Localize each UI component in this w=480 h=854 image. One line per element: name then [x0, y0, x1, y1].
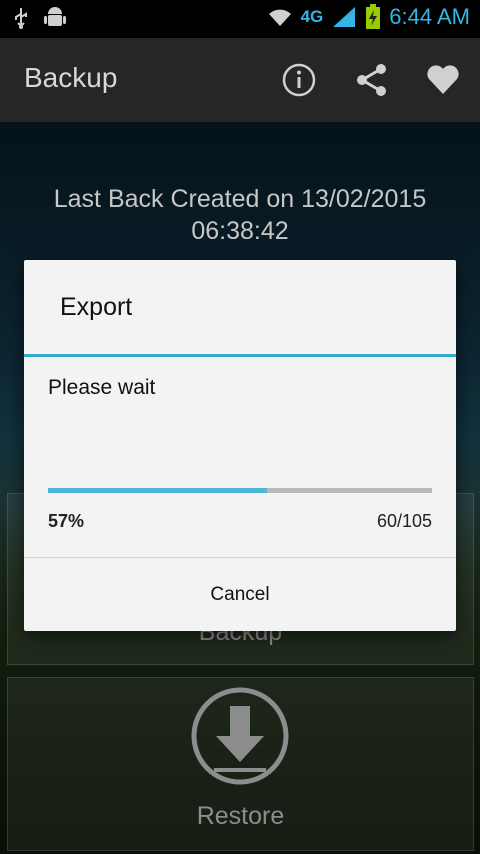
last-backup-info: Last Back Created on 13/02/2015 06:38:42 — [0, 183, 480, 247]
progress-count: 60/105 — [376, 511, 432, 531]
clock: 6:44 AM — [389, 4, 470, 29]
action-bar: Backup — [0, 38, 480, 122]
progress-bar — [48, 488, 432, 493]
download-icon — [191, 687, 289, 785]
android-debug-icon — [44, 7, 66, 26]
app-title: Backup — [24, 62, 118, 93]
export-dialog: Export Please wait 57% 60/105 Cancel — [24, 260, 456, 631]
dialog-title: Export — [60, 293, 133, 321]
status-bar: 4G 6:44 AM — [0, 0, 480, 38]
heart-icon[interactable] — [425, 62, 461, 98]
network-type: 4G — [300, 7, 324, 26]
restore-tile[interactable]: Restore — [7, 677, 474, 851]
progress-percent: 57% — [48, 511, 85, 531]
progress-fill — [48, 488, 267, 493]
battery-charging-icon — [366, 4, 381, 29]
last-backup-date: Last Back Created on 13/02/2015 — [53, 185, 427, 213]
cancel-button[interactable]: Cancel — [24, 558, 456, 631]
wifi-icon — [268, 9, 291, 26]
dialog-message: Please wait — [48, 376, 156, 399]
last-backup-time: 06:38:42 — [191, 217, 289, 245]
dialog-title-divider — [24, 354, 456, 357]
usb-icon — [15, 8, 27, 29]
restore-label: Restore — [196, 802, 285, 830]
info-icon[interactable] — [281, 62, 317, 98]
signal-icon — [333, 7, 356, 27]
share-icon[interactable] — [354, 62, 390, 98]
